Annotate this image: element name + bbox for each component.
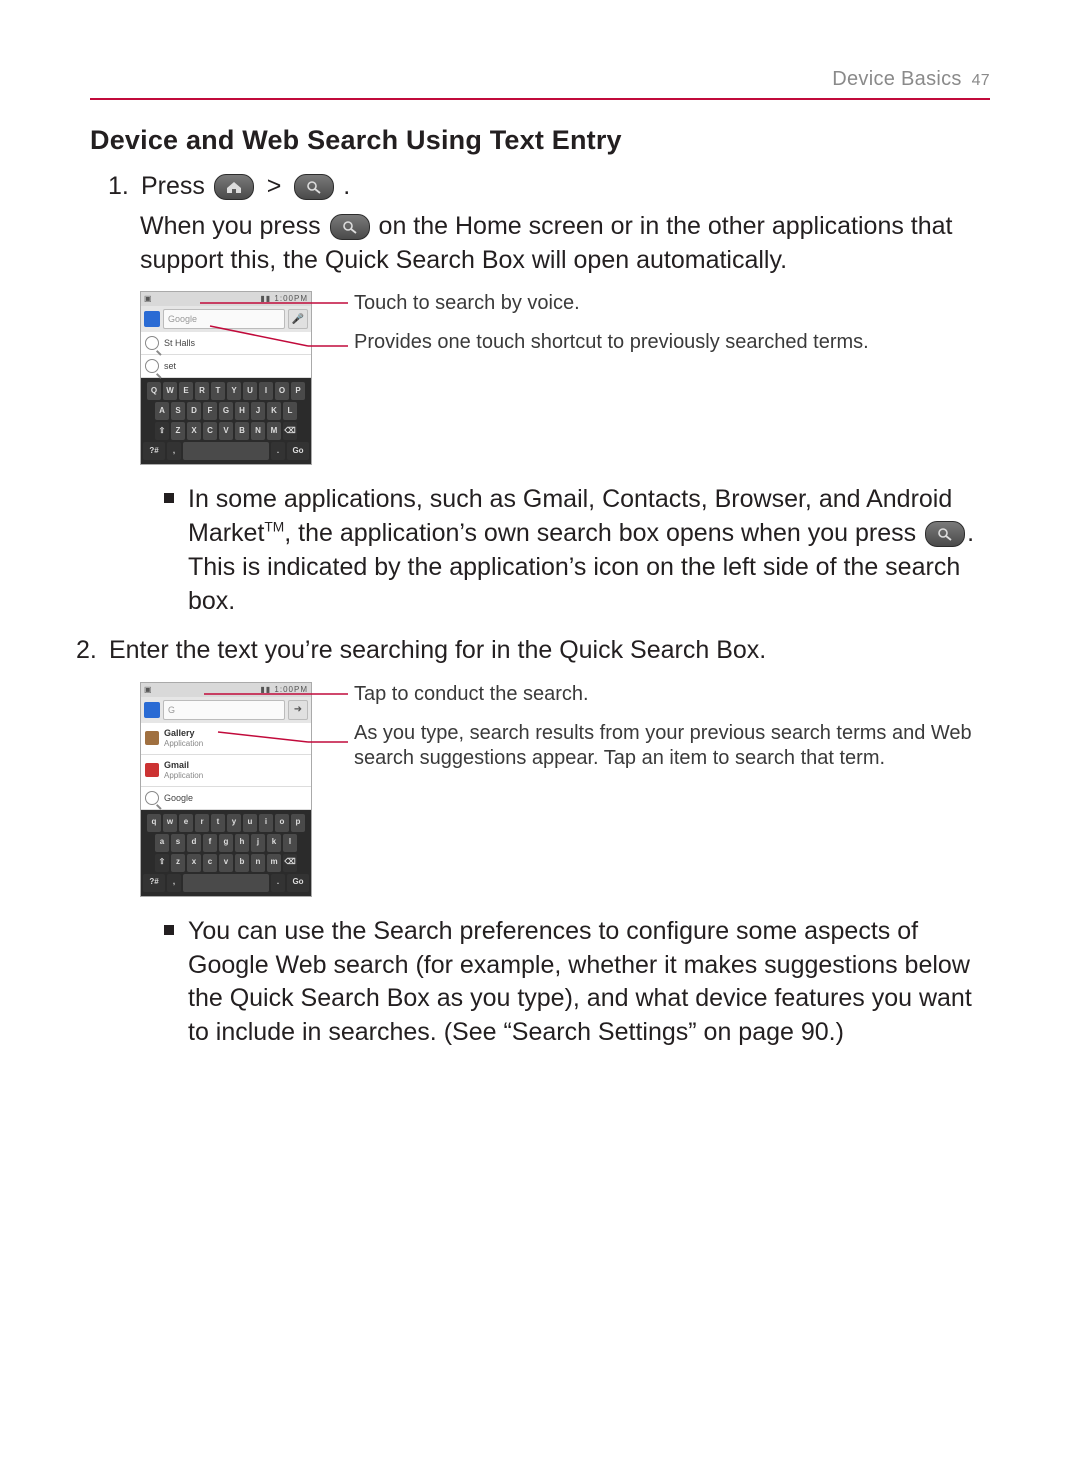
screenshot-2: ▣ ▮▮ 1:00PM G ➜ GalleryApplication Gmail… xyxy=(140,682,312,897)
figure-2-callouts: Tap to conduct the search. As you type, … xyxy=(338,682,990,785)
status-bar: ▣ ▮▮ 1:00PM xyxy=(141,292,311,306)
suggestion-text: St Halls xyxy=(164,337,195,349)
magnifier-icon xyxy=(145,791,159,805)
result-title: Gallery xyxy=(164,727,203,739)
result-title: Gmail xyxy=(164,759,203,771)
search-input[interactable]: G xyxy=(163,700,285,720)
body-text: 1. Press > . When you press on the Home … xyxy=(90,170,990,1050)
magnifier-icon xyxy=(145,336,159,350)
step-number: 1. xyxy=(108,170,134,204)
search-input[interactable]: Google xyxy=(163,309,285,329)
suggestion-row[interactable]: St Halls xyxy=(141,332,311,355)
gallery-app-icon xyxy=(145,731,159,745)
clock: 1:00PM xyxy=(274,685,308,694)
result-sub: Application xyxy=(164,739,203,750)
step2-bullet: You can use the Search preferences to co… xyxy=(164,915,990,1050)
keyboard: QWERTYUIOP ASDFGHJKL ⇧ZXCVBNM⌫ ?#,.Go xyxy=(141,378,311,464)
search-key-icon xyxy=(294,174,334,200)
keyboard: qwertyuiop asdfghjkl ⇧zxcvbnm⌫ ?#,.Go xyxy=(141,810,311,896)
callout-voice: Touch to search by voice. xyxy=(338,291,869,316)
clock: 1:00PM xyxy=(274,294,308,303)
result-row[interactable]: Google xyxy=(141,787,311,810)
step1-body-before: When you press xyxy=(140,212,328,240)
section-name: Device Basics xyxy=(832,68,962,90)
page-number: 47 xyxy=(972,72,990,89)
screenshot-1: ▣ ▮▮ 1:00PM Google 🎤 St Halls set QWERTY… xyxy=(140,291,312,465)
header-rule xyxy=(90,98,990,100)
trademark: TM xyxy=(264,520,284,535)
status-bar: ▣ ▮▮ 1:00PM xyxy=(141,683,311,697)
result-sub: Application xyxy=(164,771,203,782)
figure-2: ▣ ▮▮ 1:00PM G ➜ GalleryApplication Gmail… xyxy=(140,682,990,897)
signal-icon: ▮▮ xyxy=(260,294,271,303)
step1-bullet: In some applications, such as Gmail, Con… xyxy=(164,483,990,618)
figure-1: ▣ ▮▮ 1:00PM Google 🎤 St Halls set QWERTY… xyxy=(140,291,990,465)
magnifier-icon xyxy=(145,359,159,373)
figure-1-callouts: Touch to search by voice. Provides one t… xyxy=(338,291,869,369)
signal-icon: ▮▮ xyxy=(260,685,271,694)
press-label: Press xyxy=(141,172,205,200)
bullet-text-mid: , the application’s own search box opens… xyxy=(284,519,923,547)
manual-page: Device Basics 47 Device and Web Search U… xyxy=(0,0,1080,1460)
notif-icon: ▣ xyxy=(144,685,152,696)
step2-body: Enter the text you’re searching for in t… xyxy=(109,636,766,664)
callout-shortcut: Provides one touch shortcut to previousl… xyxy=(338,330,869,355)
result-title: Google xyxy=(164,792,193,804)
step1-paragraph: When you press on the Home screen or in … xyxy=(140,210,990,278)
search-bar: Google 🎤 xyxy=(141,306,311,332)
result-row[interactable]: GalleryApplication xyxy=(141,723,311,755)
gmail-app-icon xyxy=(145,763,159,777)
section-title: Device and Web Search Using Text Entry xyxy=(90,125,990,156)
separator: > xyxy=(267,172,282,200)
suggestion-row[interactable]: set xyxy=(141,355,311,378)
notif-icon: ▣ xyxy=(144,294,152,305)
google-icon xyxy=(144,311,160,327)
step-2: 2. Enter the text you’re searching for i… xyxy=(108,634,990,1050)
suggestion-text: set xyxy=(164,360,176,372)
callout-go: Tap to conduct the search. xyxy=(338,682,990,707)
go-button[interactable]: ➜ xyxy=(288,700,308,720)
result-row[interactable]: GmailApplication xyxy=(141,755,311,787)
callout-results: As you type, search results from your pr… xyxy=(338,721,990,771)
voice-search-button[interactable]: 🎤 xyxy=(288,309,308,329)
search-bar: G ➜ xyxy=(141,697,311,723)
running-header: Device Basics 47 xyxy=(832,68,990,91)
search-key-icon xyxy=(925,521,965,547)
step-number: 2. xyxy=(76,634,102,668)
press-tail: . xyxy=(343,172,350,200)
google-icon xyxy=(144,702,160,718)
step-1: 1. Press > . When you press on the Home … xyxy=(140,170,990,618)
search-key-icon xyxy=(330,214,370,240)
home-key-icon xyxy=(214,174,254,200)
